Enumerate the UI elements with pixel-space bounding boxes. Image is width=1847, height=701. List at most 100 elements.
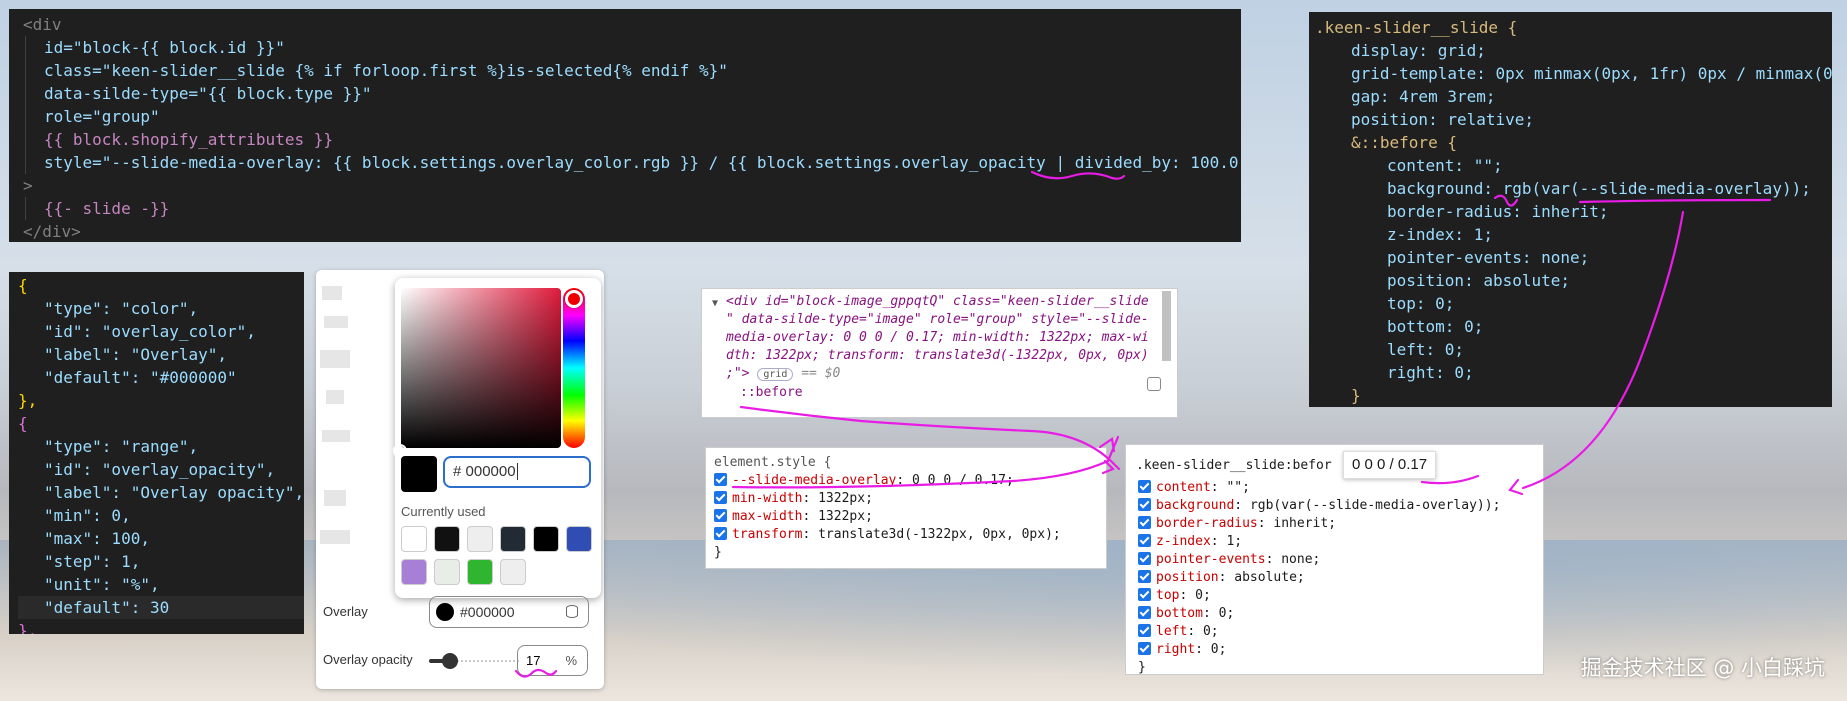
color-swatch[interactable] [500, 559, 526, 585]
schema-code-panel: { "type": "color", "id": "overlay_color"… [9, 272, 304, 634]
rule-property[interactable]: position [1156, 570, 1219, 585]
color-swatch[interactable] [401, 559, 427, 585]
code-line: content: ""; [1387, 156, 1503, 175]
rule-checkbox[interactable] [1138, 552, 1151, 565]
opacity-slider-handle[interactable] [442, 653, 459, 669]
color-picker-popover: # 000000 Currently used [393, 278, 601, 598]
color-swatch[interactable] [401, 526, 427, 552]
style-rule[interactable]: z-index: 1; [1138, 533, 1535, 551]
scrollbar[interactable] [1162, 291, 1171, 361]
style-rule[interactable]: min-width: 1322px; [714, 490, 1098, 508]
element-line[interactable]: media-overlay: 0 0 0 / 0.17; min-width: … [726, 329, 1157, 347]
color-swatch[interactable] [434, 559, 460, 585]
rule-property[interactable]: border-radius [1156, 516, 1258, 531]
hue-slider[interactable] [563, 288, 585, 448]
rule-value[interactable]: rgb(var(--slide-media-overlay)); [1250, 498, 1500, 513]
saturation-area[interactable] [401, 288, 561, 448]
rule-value[interactable]: 1322px; [818, 491, 873, 506]
rule-checkbox[interactable] [1138, 588, 1151, 601]
rule-value[interactable]: 1; [1226, 534, 1242, 549]
code-line: background: rgb(var(--slide-media-overla… [1387, 179, 1811, 198]
rule-checkbox[interactable] [1138, 606, 1151, 619]
rule-property[interactable]: top [1156, 588, 1179, 603]
rule-value[interactable]: 0; [1219, 606, 1235, 621]
rule-value[interactable]: ""; [1226, 480, 1249, 495]
style-rule[interactable]: content: ""; [1138, 479, 1535, 497]
rule-checkbox[interactable] [1138, 498, 1151, 511]
color-swatch[interactable] [434, 526, 460, 552]
color-swatch[interactable] [533, 526, 559, 552]
rule-checkbox[interactable] [1138, 516, 1151, 529]
style-rule[interactable]: background: rgb(var(--slide-media-overla… [1138, 497, 1535, 515]
hex-input[interactable]: # 000000 [443, 456, 591, 488]
rule-property[interactable]: right [1156, 642, 1195, 657]
code-line: style="--slide-media-overlay: {{ block.s… [25, 151, 1241, 174]
rule-value[interactable]: 0; [1203, 624, 1219, 639]
color-swatch[interactable] [467, 526, 493, 552]
rule-checkbox[interactable] [1138, 624, 1151, 637]
rule-property[interactable]: background [1156, 498, 1234, 513]
code-line: } [1351, 386, 1361, 405]
element-line[interactable]: " data-silde-type="image" role="group" s… [726, 311, 1157, 329]
rule-value[interactable]: 0; [1195, 588, 1211, 603]
rule-checkbox[interactable] [714, 473, 727, 486]
rule-value[interactable]: translate3d(-1322px, 0px, 0px); [818, 527, 1061, 542]
rule-checkbox[interactable] [1138, 534, 1151, 547]
rule-property[interactable]: left [1156, 624, 1187, 639]
style-rule[interactable]: max-width: 1322px; [714, 508, 1098, 526]
color-swatch[interactable] [500, 526, 526, 552]
scss-code-panel: .keen-slider__slide { display: grid; gri… [1309, 12, 1832, 407]
refresh-icon[interactable] [1147, 377, 1161, 391]
liquid-code-panel: <div id="block-{{ block.id }}" class="ke… [9, 9, 1241, 242]
rule-property[interactable]: max-width [732, 509, 802, 524]
style-rule[interactable]: right: 0; [1138, 641, 1535, 659]
rule-property[interactable]: transform [732, 527, 802, 542]
color-swatch[interactable] [566, 526, 592, 552]
rule-value[interactable]: none; [1281, 552, 1320, 567]
color-swatch[interactable] [467, 559, 493, 585]
rule-property[interactable]: bottom [1156, 606, 1203, 621]
database-icon[interactable] [566, 605, 578, 618]
rule-value[interactable]: 0 0 0 / 0.17; [912, 473, 1014, 488]
rule-value[interactable]: 0; [1211, 642, 1227, 657]
rule-property[interactable]: pointer-events [1156, 552, 1266, 567]
style-rule[interactable]: transform: translate3d(-1322px, 0px, 0px… [714, 526, 1098, 544]
rule-value[interactable]: absolute; [1234, 570, 1304, 585]
element-line[interactable]: dth: 1322px; transform: translate3d(-132… [726, 347, 1157, 365]
rule-checkbox[interactable] [1138, 480, 1151, 493]
style-rule[interactable]: bottom: 0; [1138, 605, 1535, 623]
pseudo-before-node[interactable]: ::before [726, 384, 1157, 402]
code-line: "id": "overlay_opacity", [44, 460, 276, 479]
expand-triangle-icon[interactable]: ▼ [712, 295, 718, 313]
value-tooltip: 0 0 0 / 0.17 [1343, 451, 1437, 479]
rule-value[interactable]: 1322px; [818, 509, 873, 524]
style-rules: --slide-media-overlay: 0 0 0 / 0.17; min-… [714, 472, 1098, 544]
style-rule[interactable]: --slide-media-overlay: 0 0 0 / 0.17; [714, 472, 1098, 490]
opacity-input[interactable]: 17 % [517, 645, 588, 676]
style-rule[interactable]: top: 0; [1138, 587, 1535, 605]
element-style-pane: element.style { --slide-media-overlay: 0… [705, 447, 1107, 569]
rule-checkbox[interactable] [714, 527, 727, 540]
rule-checkbox[interactable] [1138, 642, 1151, 655]
rule-checkbox[interactable] [714, 509, 727, 522]
rule-value[interactable]: inherit; [1273, 516, 1336, 531]
code-line: display: grid; [1351, 41, 1486, 60]
hue-handle[interactable] [565, 290, 583, 308]
rule-property[interactable]: z-index [1156, 534, 1211, 549]
rule-property[interactable]: min-width [732, 491, 802, 506]
grid-badge[interactable]: grid [757, 368, 794, 381]
overlay-color-field[interactable]: #000000 [429, 596, 589, 628]
rule-property[interactable]: --slide-media-overlay [732, 473, 896, 488]
style-rule[interactable]: position: absolute; [1138, 569, 1535, 587]
code-line: position: absolute; [1387, 271, 1571, 290]
style-rule[interactable]: border-radius: inherit; [1138, 515, 1535, 533]
style-rule[interactable]: pointer-events: none; [1138, 551, 1535, 569]
element-line[interactable]: <div id="block-image_gppqtQ" class="keen… [726, 293, 1157, 311]
overlay-color-value: #000000 [460, 604, 515, 620]
rule-checkbox[interactable] [1138, 570, 1151, 583]
code-line: "id": "overlay_color", [44, 322, 256, 341]
element-line[interactable]: ;"> grid == $0 [726, 365, 1157, 384]
style-rule[interactable]: left: 0; [1138, 623, 1535, 641]
rule-checkbox[interactable] [714, 491, 727, 504]
rule-property[interactable]: content [1156, 480, 1211, 495]
